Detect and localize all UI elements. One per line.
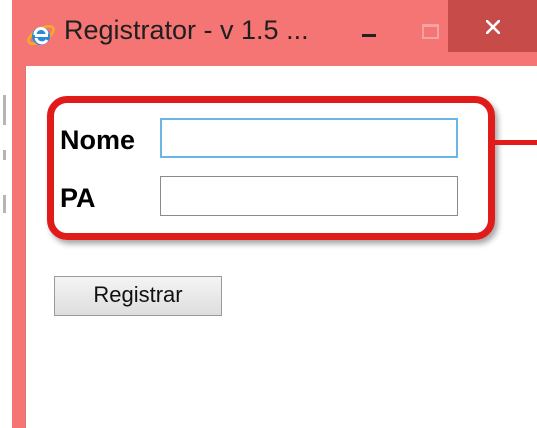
annotation-connector-line <box>495 140 537 145</box>
minimize-icon <box>362 34 376 37</box>
edge-tick <box>3 150 6 160</box>
name-input[interactable] <box>160 118 458 158</box>
internet-explorer-icon <box>26 20 56 50</box>
maximize-button[interactable] <box>407 10 453 48</box>
screenshot: Registrator - v 1.5 ... Nome PA Registra… <box>0 0 537 428</box>
close-button[interactable] <box>448 0 537 52</box>
pa-input[interactable] <box>160 176 458 216</box>
close-icon <box>486 20 500 34</box>
pa-label: PA <box>60 183 96 213</box>
minimize-button[interactable] <box>345 10 391 48</box>
window-title: Registrator - v 1.5 ... <box>64 15 309 45</box>
name-label: Nome <box>60 125 136 155</box>
edge-tick <box>3 195 6 213</box>
maximize-icon <box>422 24 439 39</box>
edge-tick <box>3 95 6 125</box>
background-window-edge <box>0 0 12 428</box>
title-bar[interactable]: Registrator - v 1.5 ... <box>12 0 537 66</box>
register-button[interactable]: Registrar <box>54 276 222 316</box>
app-window: Registrator - v 1.5 ... Nome PA Registra… <box>12 0 537 428</box>
window-client-area: Nome PA Registrar <box>25 66 537 428</box>
